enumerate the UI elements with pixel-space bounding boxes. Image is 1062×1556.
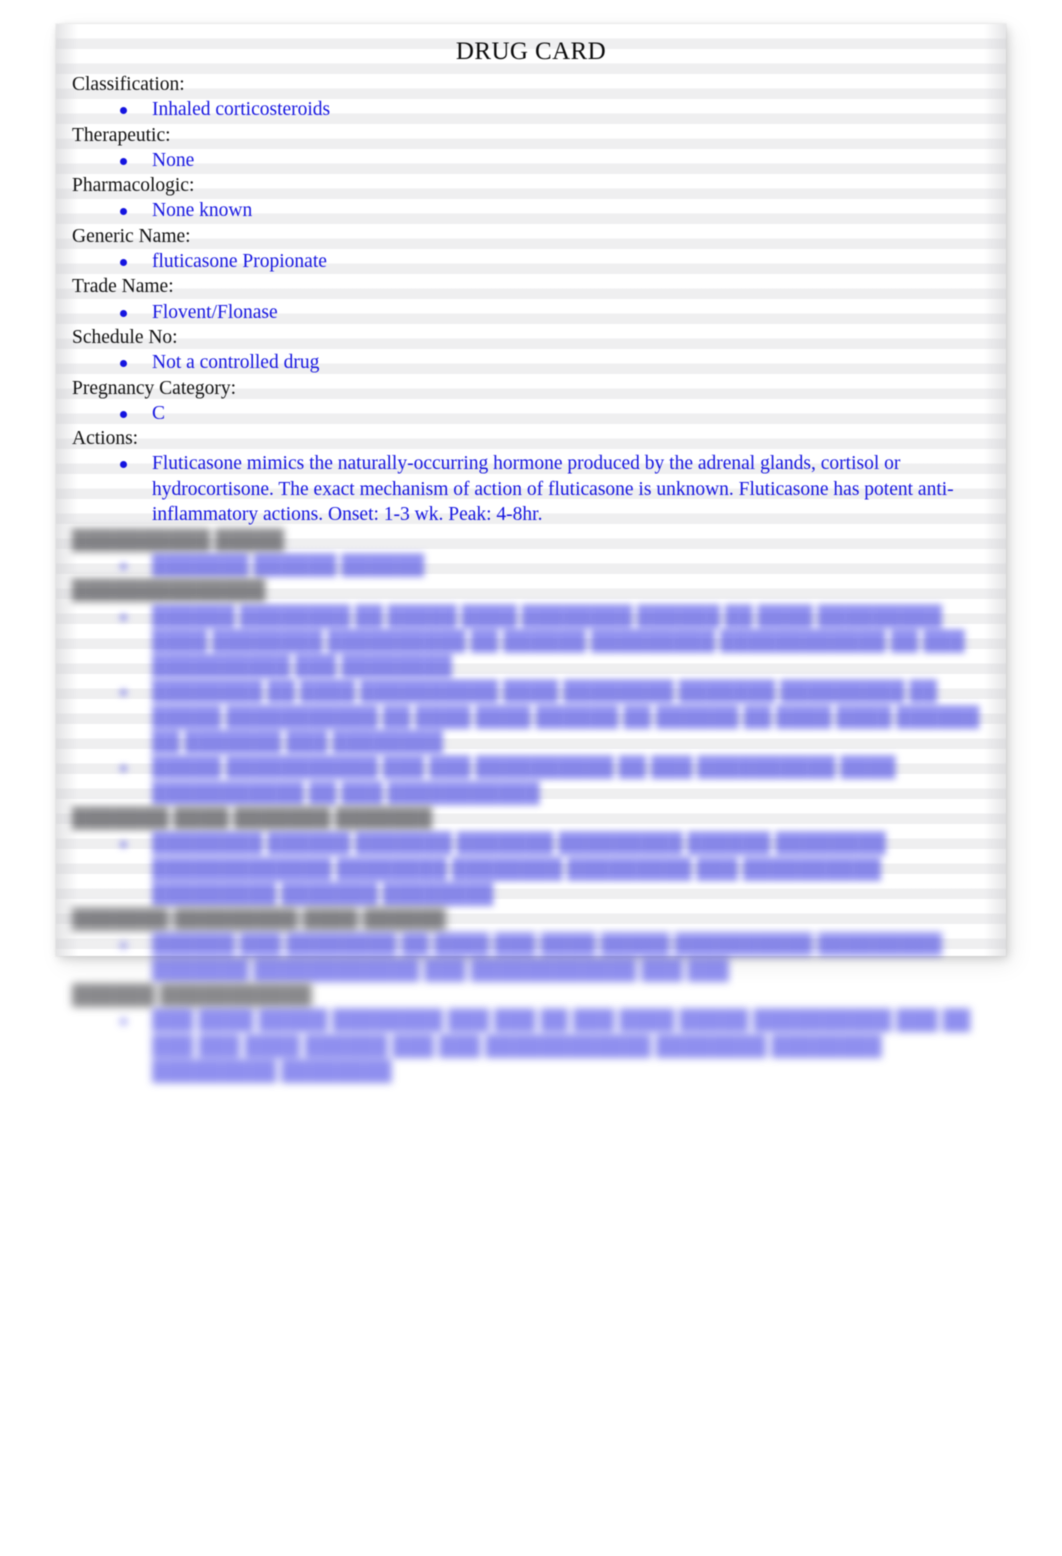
field-value-item: █████ ███████████ ███ ███ ██████████ ██ … (72, 755, 992, 806)
field-value-item: Inhaled corticosteroids (72, 97, 992, 122)
field-label: Pharmacologic: (72, 175, 195, 197)
field-value-item: None known (72, 198, 992, 223)
field-label: ██████ ███████████ (72, 985, 312, 1007)
field-value-item: Flovent/Flonase (72, 300, 992, 325)
field-value-list: ██████ ████████ ██ █████ ████ ████████ █… (72, 604, 992, 806)
field-section: ███████ ████ ███████ ███████ ████████ ███… (72, 806, 992, 907)
field-value-list: ████████ ██████ ███████ ███████ ████████… (72, 831, 992, 907)
field-value-item: fluticasone Propionate (72, 249, 992, 274)
field-label: Schedule No: (72, 326, 178, 348)
field-section: Schedule No: Not a controlled drug (72, 325, 992, 376)
field-value-item: ███ ████ █████ ████████ ███ ███ ██ ███ █… (72, 1008, 992, 1084)
field-value-item: ██████ ███ ████████ ██ ████ ███ ████ ███… (72, 932, 992, 983)
page-title: DRUG CARD (455, 38, 607, 65)
field-value-list: None known (72, 198, 992, 223)
field-section: Pregnancy Category: C (72, 376, 992, 427)
field-value-list: C (72, 401, 992, 426)
field-section: ██████████ █████ ███████ ██████ ██████ (72, 528, 992, 579)
field-label: Pregnancy Category: (72, 377, 237, 399)
field-value-list: ███████ ██████ ██████ (72, 553, 992, 578)
field-section: ██████████████ ██████ ████████ ██ █████ █… (72, 578, 992, 806)
field-value-list: ███ ████ █████ ████████ ███ ███ ██ ███ █… (72, 1008, 992, 1084)
field-value-item: ██████ ████████ ██ █████ ████ ████████ █… (72, 604, 992, 680)
field-value-item: ████████ ██████ ███████ ███████ ████████… (72, 831, 992, 907)
field-value-list: fluticasone Propionate (72, 249, 992, 274)
field-label: ███████ ████ ███████ ███████ (72, 807, 433, 829)
field-value-item: ████████ ██ ████ ██████████ ████ ███████… (72, 679, 992, 755)
field-section: Classification: Inhaled corticosteroids (72, 72, 992, 123)
field-label: Actions: (72, 428, 139, 450)
document-page: DRUG CARD Classification: Inhaled cortico… (56, 24, 1006, 1082)
field-section: ███████ █████████ ████ ██████ ██████ ███ … (72, 907, 992, 983)
field-label: Generic Name: (72, 225, 191, 247)
field-label: ███████ █████████ ████ ██████ (72, 909, 446, 931)
field-label: ██████████████ (72, 580, 266, 602)
field-value-item: None (72, 148, 992, 173)
field-label: Trade Name: (72, 276, 174, 298)
field-value-item: C (72, 401, 992, 426)
field-value-list: Flovent/Flonase (72, 300, 992, 325)
field-value-list: Fluticasone mimics the naturally-occurri… (72, 451, 992, 527)
field-section: Therapeutic: None (72, 123, 992, 174)
field-value-list: Not a controlled drug (72, 350, 992, 375)
field-section: Generic Name: fluticasone Propionate (72, 224, 992, 275)
field-value-list: Inhaled corticosteroids (72, 97, 992, 122)
document-body: Classification: Inhaled corticosteroids Th… (72, 72, 992, 1084)
field-value-item: Fluticasone mimics the naturally-occurri… (72, 451, 992, 527)
field-value-item: ███████ ██████ ██████ (72, 553, 992, 578)
field-value-list: None (72, 148, 992, 173)
field-section: Pharmacologic: None known (72, 173, 992, 224)
field-section: Actions: Fluticasone mimics the naturally… (72, 426, 992, 528)
field-label: ██████████ █████ (72, 529, 285, 551)
field-label: Therapeutic: (72, 124, 171, 146)
field-value-list: ██████ ███ ████████ ██ ████ ███ ████ ███… (72, 932, 992, 983)
field-label: Classification: (72, 74, 185, 95)
field-section: Trade Name: Flovent/Flonase (72, 274, 992, 325)
field-section: ██████ ███████████ ███ ████ █████ ███████… (72, 983, 992, 1084)
field-value-item: Not a controlled drug (72, 350, 992, 375)
